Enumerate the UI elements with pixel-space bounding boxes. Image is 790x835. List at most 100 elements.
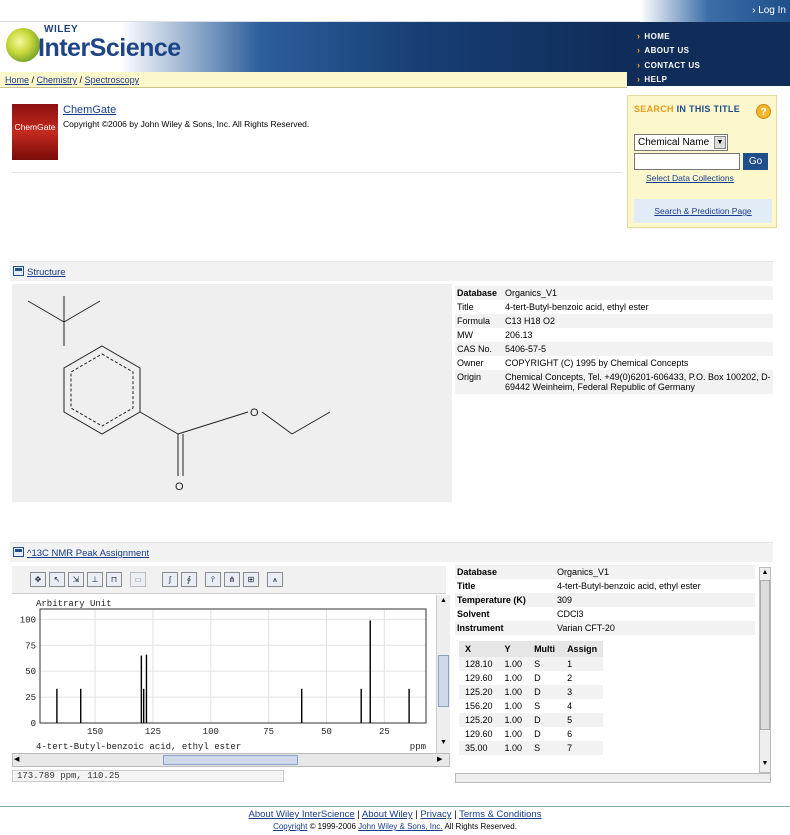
oxygen-atom-label: O <box>250 407 259 419</box>
arrow-down-icon[interactable]: ▼ <box>438 739 449 749</box>
peak-cell: 1.00 <box>504 673 523 683</box>
structure-section-title[interactable]: Structure <box>27 267 66 278</box>
search-type-select[interactable]: Chemical Name ▼ <box>634 134 728 151</box>
breadcrumb-spectroscopy[interactable]: Spectroscopy <box>85 75 140 85</box>
info-value: Varian CFT-20 <box>555 621 755 635</box>
info-value: COPYRIGHT (C) 1995 by Chemical Concepts <box>505 358 689 368</box>
pointer-icon[interactable]: ↖ <box>49 572 65 587</box>
arrow-up-icon[interactable]: ▲ <box>438 597 449 607</box>
peak-cell: 129.60 <box>465 673 493 683</box>
info-row: Database Organics_V1 <box>455 286 773 300</box>
x-tick-label: 100 <box>203 727 219 737</box>
chemgate-title-link[interactable]: ChemGate <box>63 104 116 116</box>
oxygen-atom-label: O <box>175 481 184 493</box>
help-icon[interactable]: ? <box>756 104 771 119</box>
chemgate-logo[interactable]: ChemGate <box>12 104 58 160</box>
breadcrumb-chemistry[interactable]: Chemistry <box>37 75 78 85</box>
info-key: Owner <box>457 358 484 368</box>
peak-row[interactable]: 125.20 1.00 D 3 <box>459 685 604 699</box>
info-row: Owner COPYRIGHT (C) 1995 by Chemical Conc… <box>455 356 773 370</box>
peak-column-header[interactable]: Y <box>498 641 529 657</box>
peak-column-header[interactable]: Multi <box>528 641 562 657</box>
peak-row[interactable]: 128.10 1.00 S 1 <box>459 657 604 671</box>
select-data-collections-link[interactable]: Select Data Collections <box>646 173 734 183</box>
peak-cell: 125.20 <box>459 685 499 699</box>
peak-cell: 35.00 <box>459 741 499 755</box>
multiplet-icon[interactable]: ⋔ <box>224 572 240 587</box>
peak-cell: 1.00 <box>504 701 523 711</box>
collapse-icon[interactable] <box>13 547 24 557</box>
nmr-spectrum-plot[interactable]: 0 25 50 75 100 150 125 100 75 50 25 Arbitrary Unit 4… <box>12 595 436 753</box>
peak-label-icon[interactable]: ⫯ <box>205 572 221 587</box>
nmr-section-title[interactable]: ^13C NMR Peak Assignment <box>27 548 149 559</box>
info-row: Title 4-tert-Butyl-benzoic acid, ethyl es… <box>455 300 773 314</box>
chemgate-copyright: Copyright ©2006 by John Wiley & Sons, In… <box>63 119 310 129</box>
info-value: C13 H18 O2 <box>503 314 773 328</box>
info-key: Database <box>455 565 555 579</box>
arrow-left-icon[interactable]: ◀ <box>14 755 24 765</box>
integrate-curve-icon[interactable]: ∮ <box>181 572 197 587</box>
nav-home[interactable]: HOME <box>637 31 670 41</box>
peak-cell: D <box>534 729 541 739</box>
info-row: Origin Chemical Concepts, Tel. +49(0)6201… <box>455 370 773 394</box>
zoom-pointer-icon[interactable]: ⇲ <box>68 572 84 587</box>
nav-help[interactable]: HELP <box>637 74 667 84</box>
info-key: Solvent <box>457 609 490 619</box>
footer-copyright-link[interactable]: Copyright <box>273 822 307 831</box>
breadcrumb-home[interactable]: Home <box>5 75 29 85</box>
peak-cell: D <box>528 713 562 727</box>
spectrum-fit-icon[interactable]: ⩚ <box>267 572 283 587</box>
info-row: Instrument Varian CFT-20 <box>455 621 755 635</box>
chevron-down-icon: ▼ <box>714 136 726 149</box>
arrow-up-icon[interactable]: ▲ <box>760 569 770 576</box>
footer-about-wiley[interactable]: About Wiley <box>362 809 413 820</box>
peak-cell: 1.00 <box>498 657 529 671</box>
peak-cell: 1 <box>561 657 604 671</box>
prediction-page-box: Search & Prediction Page <box>634 199 772 223</box>
search-prediction-link[interactable]: Search & Prediction Page <box>654 206 751 216</box>
top-nav: HOME ABOUT US CONTACT US HELP <box>627 22 790 86</box>
footer-owner-link[interactable]: John Wiley & Sons, Inc. <box>358 822 442 831</box>
y-tick-label: 25 <box>25 693 36 703</box>
scroll-thumb[interactable] <box>760 580 770 730</box>
footer-terms[interactable]: Terms & Conditions <box>459 809 541 820</box>
baseline-icon[interactable]: ⊥ <box>87 572 103 587</box>
footer-about-interscience[interactable]: About Wiley InterScience <box>249 809 355 820</box>
arrow-right-icon[interactable]: ▶ <box>437 755 447 765</box>
nav-about-us[interactable]: ABOUT US <box>637 45 689 55</box>
structure-section-header: Structure <box>10 261 773 281</box>
globe-logo-icon <box>6 28 40 62</box>
scroll-thumb[interactable] <box>163 755 298 765</box>
info-vertical-scrollbar[interactable]: ▲ ▼ <box>759 567 771 773</box>
info-horizontal-scrollbar[interactable] <box>455 773 771 783</box>
arrow-down-icon[interactable]: ▼ <box>760 760 770 767</box>
scroll-thumb[interactable] <box>438 655 449 707</box>
collapse-icon[interactable] <box>13 266 24 276</box>
search-input[interactable] <box>634 153 740 170</box>
peak-column-header[interactable]: Assign <box>561 641 604 657</box>
peak-row[interactable]: 129.60 1.00 D 2 <box>459 671 603 685</box>
login-link[interactable]: › Log In <box>752 5 786 16</box>
peak-cell: 1.00 <box>498 741 529 755</box>
plot-horizontal-scrollbar[interactable]: ◀ ▶ <box>12 753 450 767</box>
interscience-logo[interactable]: InterScience <box>38 34 181 63</box>
peak-row[interactable]: 129.60 1.00 D 6 <box>459 727 603 741</box>
peak-cell: D <box>528 685 562 699</box>
peak-list-icon[interactable]: ⊞ <box>243 572 259 587</box>
peak-row[interactable]: 156.20 1.00 S 4 <box>459 699 603 713</box>
integrate-icon[interactable]: ∫ <box>162 572 178 587</box>
peak-column-header[interactable]: X <box>459 641 499 657</box>
plot-vertical-scrollbar[interactable]: ▲ ▼ <box>436 595 450 753</box>
pan-icon[interactable]: ✥ <box>30 572 46 587</box>
x-tick-label: 25 <box>379 727 390 737</box>
go-button[interactable]: Go <box>743 153 768 170</box>
plot-frame <box>39 608 427 724</box>
y-axis-label: Arbitrary Unit <box>36 599 112 609</box>
y-tick-label: 50 <box>25 667 36 677</box>
peak-pick-icon[interactable]: ⊓ <box>106 572 122 587</box>
info-key: Origin <box>455 370 503 394</box>
nav-contact-us[interactable]: CONTACT US <box>637 60 700 70</box>
peak-row[interactable]: 125.20 1.00 D 5 <box>459 713 604 727</box>
footer-privacy[interactable]: Privacy <box>420 809 451 820</box>
peak-row[interactable]: 35.00 1.00 S 7 <box>459 741 604 755</box>
